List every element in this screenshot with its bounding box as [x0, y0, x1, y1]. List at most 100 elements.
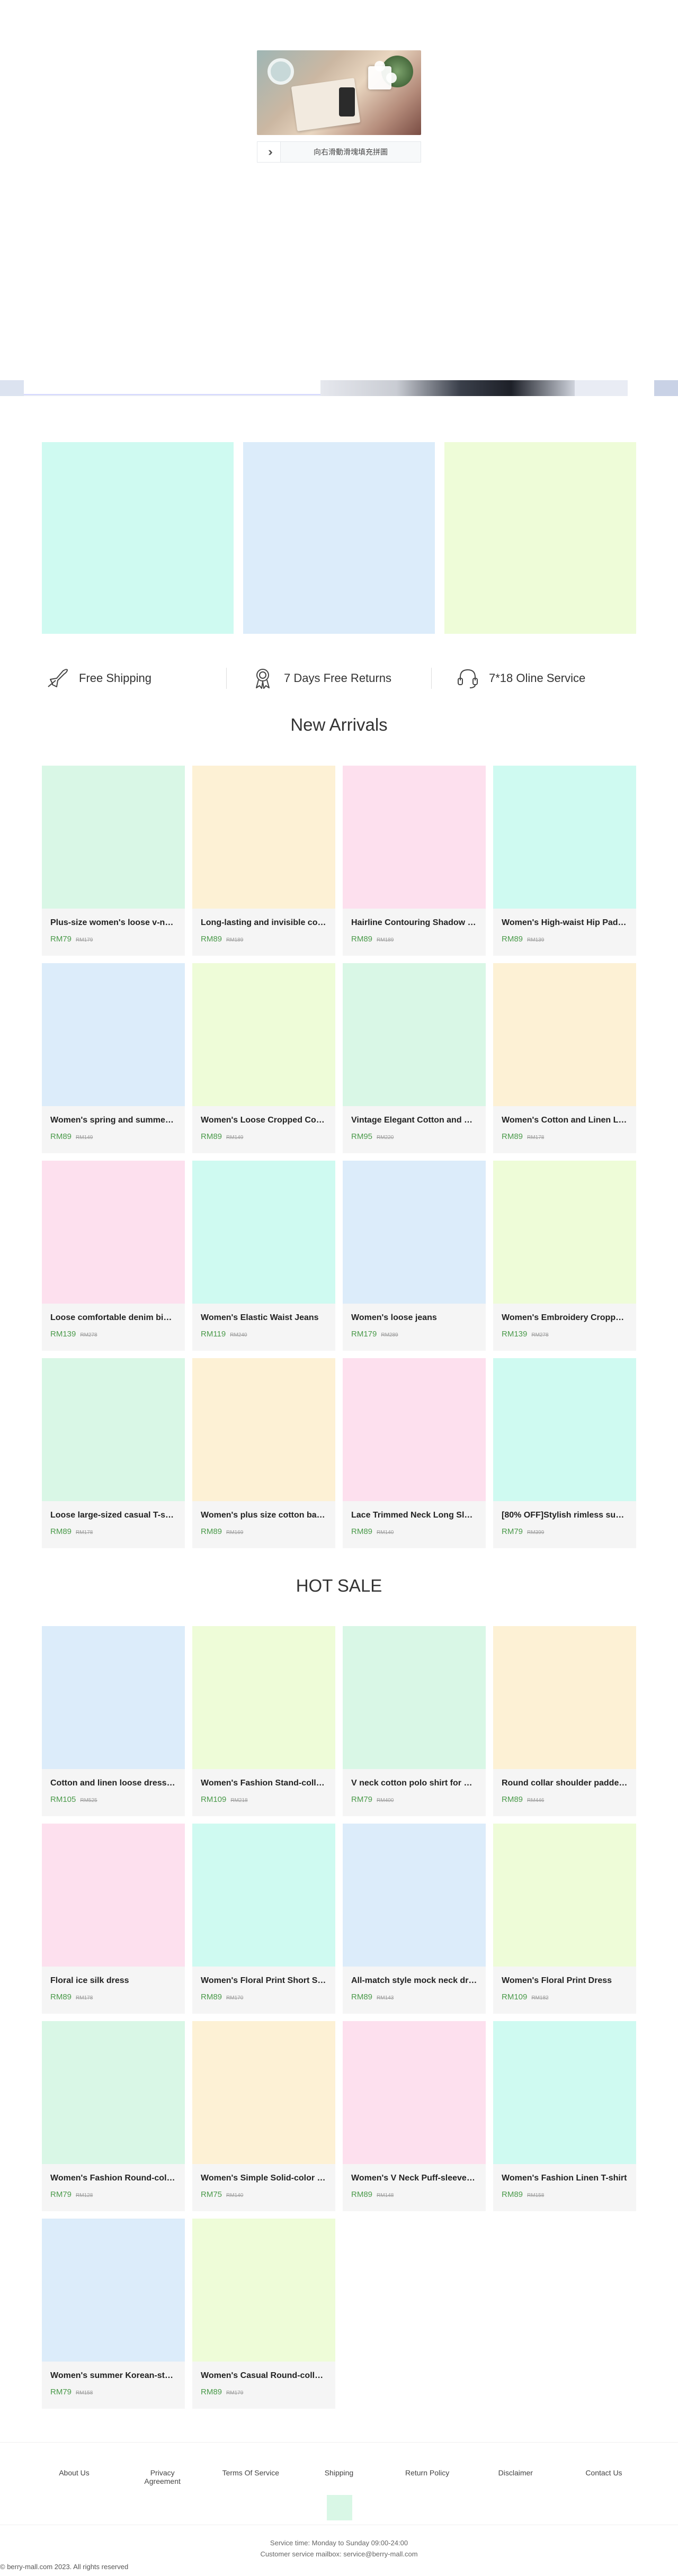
footer-link[interactable]: Return Policy — [398, 2469, 457, 2485]
product-card[interactable]: Women's Floral Print Short Sleeve Top RM8… — [192, 1824, 335, 2014]
footer-link[interactable]: About Us — [45, 2469, 103, 2485]
product-image[interactable] — [192, 2021, 335, 2164]
footer-link[interactable]: Contact Us — [575, 2469, 633, 2485]
product-name[interactable]: Women's Cotton and Linen Loose Shirt — [502, 1116, 628, 1125]
product-card[interactable]: V neck cotton polo shirt for womenRM79RM… — [343, 1626, 486, 1816]
product-card[interactable]: Women's Loose Cropped Cotton PantsRM89RM… — [192, 963, 335, 1153]
product-image[interactable] — [42, 766, 185, 909]
promo-banner[interactable] — [444, 442, 636, 634]
product-name[interactable]: Plus-size women's loose v-neck dress — [50, 918, 176, 928]
product-name[interactable]: Women's Casual Round-collar Top — [201, 2371, 327, 2381]
product-name[interactable]: [80% OFF]Stylish rimless sunglasses — [502, 1511, 628, 1520]
product-name[interactable]: Women's High-waist Hip Pad Shorts — [502, 918, 628, 928]
product-card[interactable]: [80% OFF]Stylish rimless sunglassesRM79R… — [493, 1358, 636, 1548]
product-card[interactable]: Hairline Contouring Shadow Powder RM89 RM1… — [343, 766, 486, 956]
product-name[interactable]: V neck cotton polo shirt for women — [351, 1779, 477, 1788]
product-name[interactable]: Women's Elastic Waist Jeans — [201, 1313, 327, 1323]
product-card[interactable]: Cotton and linen loose dress for women RM… — [42, 1626, 185, 1816]
product-image[interactable] — [192, 1161, 335, 1304]
product-name[interactable]: Hairline Contouring Shadow Powder — [351, 918, 477, 928]
product-name[interactable]: Women's Fashion Round-collar Top — [50, 2174, 176, 2183]
product-image[interactable] — [42, 2021, 185, 2164]
product-name[interactable]: Vintage Elegant Cotton and Linen Dress — [351, 1116, 477, 1125]
product-image[interactable] — [343, 1161, 486, 1304]
product-image[interactable] — [343, 963, 486, 1106]
product-image[interactable] — [343, 766, 486, 909]
double-chevron-right-icon[interactable]: ›› — [257, 142, 281, 162]
product-card[interactable]: Women's Fashion Linen T-shirt RM89 RM158 — [493, 2021, 636, 2211]
product-name[interactable]: Women's Loose Cropped Cotton Pants — [201, 1116, 327, 1125]
product-card[interactable]: Women's summer Korean-style dress RM79 RM1… — [42, 2219, 185, 2409]
product-image[interactable] — [192, 766, 335, 909]
product-card[interactable]: Long-lasting and invisible concealer RM89… — [192, 766, 335, 956]
product-image[interactable] — [42, 1626, 185, 1769]
product-name[interactable]: All-match style mock neck dress — [351, 1976, 477, 1986]
product-image[interactable] — [42, 1358, 185, 1501]
product-image[interactable] — [192, 1626, 335, 1769]
captcha-slider-track[interactable]: ›› 向右滑動滑塊填充拼圖 — [257, 141, 421, 163]
product-card[interactable]: Lace Trimmed Neck Long Sleeve Top RM89 RM1… — [343, 1358, 486, 1548]
product-image[interactable] — [192, 1358, 335, 1501]
product-image[interactable] — [493, 1824, 636, 1967]
product-card[interactable]: All-match style mock neck dress RM89 RM143 — [343, 1824, 486, 2014]
product-card[interactable]: Women's Cotton and Linen Loose Shirt RM89… — [493, 963, 636, 1153]
product-name[interactable]: Cotton and linen loose dress for women — [50, 1779, 176, 1788]
footer-link[interactable]: Shipping — [310, 2469, 368, 2485]
product-image[interactable] — [493, 1358, 636, 1501]
product-name[interactable]: Women's Simple Solid-color T-shirt — [201, 2174, 327, 2183]
product-image[interactable] — [493, 766, 636, 909]
product-image[interactable] — [343, 1626, 486, 1769]
product-card[interactable]: Women's plus size cotton basic teeRM89RM… — [192, 1358, 335, 1548]
product-card[interactable]: Women's V Neck Puff-sleeve Top RM89 RM148 — [343, 2021, 486, 2211]
product-image[interactable] — [42, 2219, 185, 2362]
product-card[interactable]: Women's Elastic Waist Jeans RM119 RM240 — [192, 1161, 335, 1351]
product-card[interactable]: Floral ice silk dress RM89 RM178 — [42, 1824, 185, 2014]
product-image[interactable] — [493, 1626, 636, 1769]
product-name[interactable]: Women's Embroidery Cropped Jeans — [502, 1313, 628, 1323]
product-image[interactable] — [192, 963, 335, 1106]
product-name[interactable]: Women's Floral Print Dress — [502, 1976, 628, 1986]
product-name[interactable]: Round collar shoulder padded top — [502, 1779, 628, 1788]
product-name[interactable]: Loose comfortable denim bib overalls — [50, 1313, 176, 1323]
product-name[interactable]: Women's loose jeans — [351, 1313, 477, 1323]
product-image[interactable] — [493, 963, 636, 1106]
footer-link[interactable]: Terms Of Service — [221, 2469, 280, 2485]
product-name[interactable]: Floral ice silk dress — [50, 1976, 176, 1986]
product-name[interactable]: Women's Floral Print Short Sleeve Top — [201, 1976, 327, 1986]
product-card[interactable]: Loose large-sized casual T-shirt RM89 RM17… — [42, 1358, 185, 1548]
product-card[interactable]: Round collar shoulder padded top RM89 RM44… — [493, 1626, 636, 1816]
product-card[interactable]: Women's spring and summer long dress RM89… — [42, 963, 185, 1153]
promo-banner[interactable] — [42, 442, 234, 634]
product-name[interactable]: Women's Fashion Linen T-shirt — [502, 2174, 628, 2183]
product-name[interactable]: Women's spring and summer long dress — [50, 1116, 176, 1125]
product-card[interactable]: Women's Fashion Round-collar Top RM79 RM12… — [42, 2021, 185, 2211]
product-card[interactable]: Women's Floral Print Dress RM109 RM182 — [493, 1824, 636, 2014]
product-image[interactable] — [493, 1161, 636, 1304]
product-card[interactable]: Women's Casual Round-collar Top RM89 RM179 — [192, 2219, 335, 2409]
product-image[interactable] — [343, 2021, 486, 2164]
product-image[interactable] — [42, 1824, 185, 1967]
product-image[interactable] — [493, 2021, 636, 2164]
product-card[interactable]: Women's Simple Solid-color T-shirtRM75RM… — [192, 2021, 335, 2211]
product-name[interactable]: Women's plus size cotton basic tee — [201, 1511, 327, 1520]
footer-link[interactable]: Disclaimer — [486, 2469, 545, 2485]
product-card[interactable]: Women's Fashion Stand-collar Top RM109RM2… — [192, 1626, 335, 1816]
product-card[interactable]: Women's Embroidery Cropped Jeans RM139RM2… — [493, 1161, 636, 1351]
product-image[interactable] — [42, 1161, 185, 1304]
product-name[interactable]: Women's summer Korean-style dress — [50, 2371, 176, 2381]
product-image[interactable] — [343, 1824, 486, 1967]
product-image[interactable] — [343, 1358, 486, 1501]
promo-banner[interactable] — [243, 442, 435, 634]
product-name[interactable]: Long-lasting and invisible concealer — [201, 918, 327, 928]
product-image[interactable] — [192, 1824, 335, 1967]
footer-link[interactable]: Privacy Agreement — [133, 2469, 192, 2485]
product-card[interactable]: Loose comfortable denim bib overalls RM13… — [42, 1161, 185, 1351]
product-card[interactable]: Vintage Elegant Cotton and Linen Dress RM… — [343, 963, 486, 1153]
product-name[interactable]: Lace Trimmed Neck Long Sleeve Top — [351, 1511, 477, 1520]
product-name[interactable]: Women's V Neck Puff-sleeve Top — [351, 2174, 477, 2183]
product-name[interactable]: Loose large-sized casual T-shirt — [50, 1511, 176, 1520]
product-card[interactable]: Plus-size women's loose v-neck dress RM79… — [42, 766, 185, 956]
product-image[interactable] — [42, 963, 185, 1106]
product-card[interactable]: Women's High-waist Hip Pad Shorts RM89 RM1… — [493, 766, 636, 956]
product-name[interactable]: Women's Fashion Stand-collar Top — [201, 1779, 327, 1788]
